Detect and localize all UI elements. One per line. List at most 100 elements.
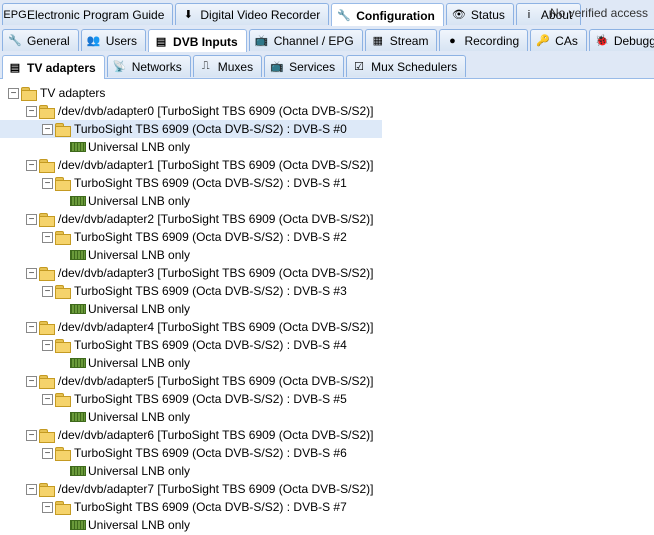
tree-adapter-node[interactable]: − /dev/dvb/adapter6 [TurboSight TBS 6909 … [0, 426, 654, 444]
tree-frontend-node[interactable]: − TurboSight TBS 6909 (Octa DVB-S/S2) : D… [0, 228, 654, 246]
tab-configuration[interactable]: 🔧 Configuration [331, 3, 444, 27]
tree-lnb-node[interactable]: Universal LNB only [0, 408, 654, 426]
tab-label: Debugging [613, 33, 654, 48]
tree-lnb-node[interactable]: Universal LNB only [0, 300, 654, 318]
tree-lnb-node-label: Universal LNB only [88, 518, 191, 532]
dvb-inputs-tabs: ▤ TV adapters 📡 Networks ⎍ Muxes 📺 Services ☑ Mux… [2, 55, 467, 79]
access-status-text: No verified access [549, 6, 648, 20]
dvb-tabbar: ▤ TV adapters 📡 Networks ⎍ Muxes 📺 Services ☑ Mux… [0, 52, 654, 79]
adapter-tree: − TV adapters −/dev/dvb/adapter0 [TurboSig… [0, 84, 654, 535]
config-tabs: 🔧 General 👥 Users ▤ DVB Inputs 📺 Channel / EPG ▦… [2, 29, 654, 53]
tab-digital-video-recorder[interactable]: ⬇ Digital Video Recorder [175, 3, 330, 25]
tab-label: Recording [464, 33, 520, 48]
tree-lnb-node[interactable]: Universal LNB only [0, 462, 654, 480]
rec-icon: ● [449, 34, 456, 47]
tree-lnb-node[interactable]: Universal LNB only [0, 138, 654, 156]
tab-stream[interactable]: ▦ Stream [364, 29, 438, 51]
folder-icon [39, 482, 55, 497]
tab-networks[interactable]: 📡 Networks [106, 55, 191, 77]
tree-adapter-node-label: /dev/dvb/adapter2 [TurboSight TBS 6909 (… [58, 212, 374, 226]
lnb-card-icon [70, 412, 86, 422]
users-icon: 👥 [86, 35, 101, 47]
tree-frontend-node[interactable]: − TurboSight TBS 6909 (Octa DVB-S/S2) : D… [0, 282, 654, 300]
folder-icon [39, 212, 55, 227]
collapse-toggle-icon[interactable]: − [26, 213, 37, 225]
tab-label: Users [105, 33, 138, 48]
tree-frontend-node[interactable]: − TurboSight TBS 6909 (Octa DVB-S/S2) : D… [0, 120, 382, 138]
tab-dvb-inputs[interactable]: ▤ DVB Inputs [148, 29, 247, 53]
collapse-toggle-icon[interactable]: − [42, 123, 53, 135]
tree-lnb-node-label: Universal LNB only [88, 464, 191, 478]
collapse-toggle-icon[interactable]: − [26, 375, 37, 387]
tree-adapter-node[interactable]: − /dev/dvb/adapter7 [TurboSight TBS 6909 … [0, 480, 654, 498]
folder-icon [39, 428, 55, 443]
collapse-toggle-icon[interactable]: − [42, 231, 53, 243]
folder-icon [55, 230, 71, 245]
tree-adapter-node[interactable]: − /dev/dvb/adapter0 [TurboSight TBS 6909 … [0, 102, 654, 120]
collapse-toggle-icon[interactable]: − [26, 483, 37, 495]
info-icon: i [527, 8, 531, 21]
tab-services[interactable]: 📺 Services [264, 55, 345, 77]
collapse-toggle-icon[interactable]: − [42, 285, 53, 297]
collapse-toggle-icon[interactable]: − [42, 501, 53, 513]
tree-lnb-node-label: Universal LNB only [88, 194, 191, 208]
tree-adapter-node[interactable]: − /dev/dvb/adapter2 [TurboSight TBS 6909 … [0, 210, 654, 228]
folder-icon [55, 500, 71, 515]
tab-users[interactable]: 👥 Users [80, 29, 147, 51]
folder-icon [55, 122, 71, 137]
tree-adapter-node[interactable]: − /dev/dvb/adapter5 [TurboSight TBS 6909 … [0, 372, 654, 390]
tree-lnb-node-label: Universal LNB only [88, 302, 191, 316]
tree-frontend-node[interactable]: − TurboSight TBS 6909 (Octa DVB-S/S2) : D… [0, 498, 654, 516]
collapse-toggle-icon[interactable]: − [42, 447, 53, 459]
tree-adapter-node[interactable]: − /dev/dvb/adapter3 [TurboSight TBS 6909 … [0, 264, 654, 282]
wrench-icon: 🔧 [337, 10, 352, 22]
tree-lnb-node-label: Universal LNB only [88, 356, 191, 370]
tree-lnb-node[interactable]: Universal LNB only [0, 246, 654, 264]
tree-lnb-node[interactable]: Universal LNB only [0, 354, 654, 372]
tree-frontend-node-label: TurboSight TBS 6909 (Octa DVB-S/S2) : DV… [74, 500, 347, 514]
tab-electronic-program-guide[interactable]: EPG Electronic Program Guide [2, 3, 174, 25]
epg-icon: EPG [3, 8, 27, 21]
tree-lnb-node-label: Universal LNB only [88, 140, 191, 154]
tree-frontend-node[interactable]: − TurboSight TBS 6909 (Octa DVB-S/S2) : D… [0, 336, 654, 354]
lnb-card-icon [70, 196, 86, 206]
tree-frontend-node-label: TurboSight TBS 6909 (Octa DVB-S/S2) : DV… [74, 446, 347, 460]
folder-icon [21, 86, 37, 101]
tree-frontend-node[interactable]: − TurboSight TBS 6909 (Octa DVB-S/S2) : D… [0, 174, 654, 192]
tree-adapter-node[interactable]: − /dev/dvb/adapter4 [TurboSight TBS 6909 … [0, 318, 654, 336]
tab-mux-schedulers[interactable]: ☑ Mux Schedulers [346, 55, 467, 77]
collapse-toggle-icon[interactable]: − [8, 87, 19, 99]
tab-general[interactable]: 🔧 General [2, 29, 79, 51]
collapse-toggle-icon[interactable]: − [26, 105, 37, 117]
tab-status[interactable]: 👁 Status [445, 3, 514, 25]
key-icon: 🔑 [536, 35, 550, 47]
tab-label: TV adapters [27, 60, 96, 75]
tree-frontend-node[interactable]: − TurboSight TBS 6909 (Octa DVB-S/S2) : D… [0, 390, 654, 408]
tab-muxes[interactable]: ⎍ Muxes [192, 55, 263, 77]
collapse-toggle-icon[interactable]: − [26, 321, 37, 333]
tab-label: Configuration [356, 8, 435, 23]
tree-lnb-node[interactable]: Universal LNB only [0, 192, 654, 210]
tree-lnb-node[interactable]: Universal LNB only [0, 516, 654, 534]
tab-debugging[interactable]: 🐞 Debugging [588, 29, 654, 51]
tab-cas[interactable]: 🔑 CAs [530, 29, 587, 51]
collapse-toggle-icon[interactable]: − [26, 267, 37, 279]
tree-adapter-node-label: /dev/dvb/adapter0 [TurboSight TBS 6909 (… [58, 104, 374, 118]
tree-adapter-node[interactable]: − /dev/dvb/adapter1 [TurboSight TBS 6909 … [0, 156, 654, 174]
collapse-toggle-icon[interactable]: − [26, 159, 37, 171]
tree-frontend-node[interactable]: − TurboSight TBS 6909 (Octa DVB-S/S2) : D… [0, 444, 654, 462]
folder-icon [39, 374, 55, 389]
collapse-toggle-icon[interactable]: − [42, 393, 53, 405]
collapse-toggle-icon[interactable]: − [42, 177, 53, 189]
eye-icon: 👁 [451, 9, 466, 21]
tab-recording[interactable]: ● Recording [439, 29, 529, 51]
tab-tv-adapters[interactable]: ▤ TV adapters [2, 55, 105, 79]
tree-adapter-node-label: /dev/dvb/adapter3 [TurboSight TBS 6909 (… [58, 266, 374, 280]
tab-label: CAs [555, 33, 578, 48]
tree-root-tv-adapters[interactable]: − TV adapters [0, 84, 654, 102]
collapse-toggle-icon[interactable]: − [26, 429, 37, 441]
tree-adapter-node-label: /dev/dvb/adapter6 [TurboSight TBS 6909 (… [58, 428, 374, 442]
tab-channel-epg[interactable]: 📺 Channel / EPG [248, 29, 363, 51]
collapse-toggle-icon[interactable]: − [42, 339, 53, 351]
folder-icon [39, 320, 55, 335]
